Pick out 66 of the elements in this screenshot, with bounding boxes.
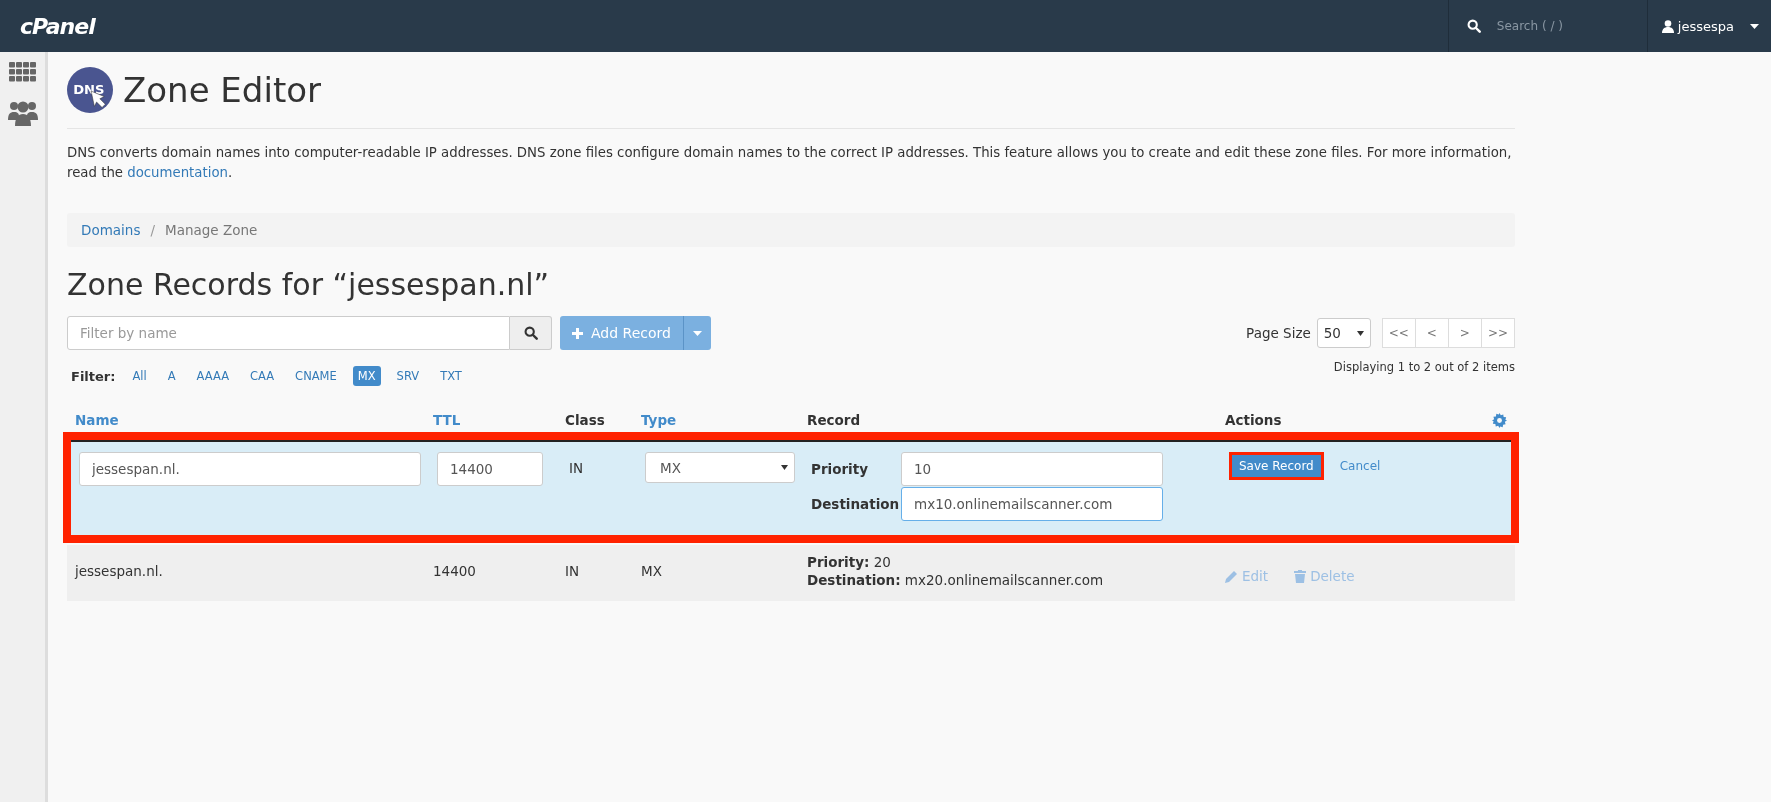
column-header[interactable]: TTL — [433, 412, 565, 428]
table-cell: MX — [641, 563, 662, 579]
cancel-link[interactable]: Cancel — [1339, 452, 1381, 473]
save-record-button[interactable]: Save Record — [1229, 452, 1324, 480]
item-count: Displaying 1 to 2 out of 2 items — [1333, 360, 1515, 376]
filter-chip[interactable]: MX — [352, 366, 381, 386]
filter-chip[interactable]: CAA — [245, 366, 280, 386]
pager-button[interactable]: << — [1381, 318, 1416, 348]
caret-icon[interactable] — [1750, 23, 1759, 29]
filter-chip[interactable]: TXT — [435, 366, 467, 386]
record-detail: Priority: 20 — [807, 553, 892, 571]
table-cell: IN — [569, 460, 584, 476]
search-icon — [1466, 19, 1481, 33]
caret-icon — [692, 330, 702, 336]
filter-chip[interactable]: All — [127, 366, 152, 386]
cpanel-logo: cPanel — [20, 13, 95, 39]
column-header: Actions — [1225, 412, 1282, 428]
settings-icon[interactable] — [1492, 412, 1507, 428]
record-detail: Destination: mx20.onlinemailscanner.com — [807, 571, 1105, 589]
filter-label: Filter: — [71, 368, 116, 384]
breadcrumb-current: Manage Zone — [165, 222, 258, 238]
type-select[interactable]: MX — [645, 452, 795, 483]
page-title: Zone Editor — [123, 70, 321, 110]
user-icon — [1661, 19, 1674, 33]
search-field[interactable]: Search ( / ) — [1494, 18, 1619, 34]
filter-field[interactable]: Filter by name — [67, 316, 510, 350]
name-field[interactable]: jessespan.nl. — [79, 452, 421, 486]
trash-icon — [1294, 569, 1307, 583]
column-header: Class — [565, 412, 606, 428]
destination-field[interactable]: mx10.onlinemailscanner.com — [901, 487, 1163, 521]
breadcrumb-separator: / — [150, 222, 155, 238]
ttl-field[interactable]: 14400 — [437, 452, 543, 486]
pager-button[interactable]: < — [1414, 318, 1449, 348]
pencil-icon — [1225, 569, 1238, 583]
table-cell: 14400 — [433, 563, 476, 579]
priority-field[interactable]: 10 — [901, 452, 1163, 486]
caret-icon — [1356, 330, 1364, 336]
column-header[interactable]: Name — [75, 412, 433, 428]
users-icon[interactable] — [7, 100, 38, 126]
plus-icon — [572, 327, 583, 339]
filter-chip[interactable]: CNAME — [290, 366, 342, 386]
pager-button[interactable]: > — [1447, 318, 1482, 348]
dns-icon: DNS — [67, 67, 113, 113]
filter-chip[interactable]: AAAA — [191, 366, 234, 386]
dropdown-toggle[interactable] — [682, 316, 711, 350]
column-header[interactable]: Type — [641, 412, 807, 428]
page-size-label: Page Size — [1246, 325, 1311, 341]
documentation-link[interactable]: documentation — [127, 165, 228, 180]
records-heading: Zone Records for “jessespan.nl” — [67, 267, 551, 302]
page-size-select[interactable]: 50 — [1316, 318, 1371, 348]
filter-chip[interactable]: A — [162, 366, 181, 386]
breadcrumb-link[interactable]: Domains — [81, 222, 141, 238]
field-label: Priority — [811, 461, 869, 477]
filter-chip[interactable]: SRV — [391, 366, 425, 386]
add-record-button[interactable]: Add Record — [560, 316, 683, 350]
pager-button[interactable]: >> — [1480, 318, 1515, 348]
search-button[interactable] — [510, 316, 552, 350]
search-icon — [523, 326, 538, 340]
table-cell: jessespan.nl. — [75, 563, 163, 579]
page-description: DNS converts domain names into computer-readable IP addresses. DNS zone files configure domain names to the correct IP addresses. This feature allows you to create and edit these zone files. For more information, read the documentation. — [67, 144, 1513, 182]
grid-icon[interactable] — [9, 62, 36, 82]
table-cell: IN — [565, 563, 580, 579]
field-label: Destination — [811, 496, 901, 512]
user-menu[interactable]: jessespa — [1677, 18, 1734, 34]
column-header: Record — [807, 412, 862, 428]
caret-icon — [781, 465, 788, 470]
